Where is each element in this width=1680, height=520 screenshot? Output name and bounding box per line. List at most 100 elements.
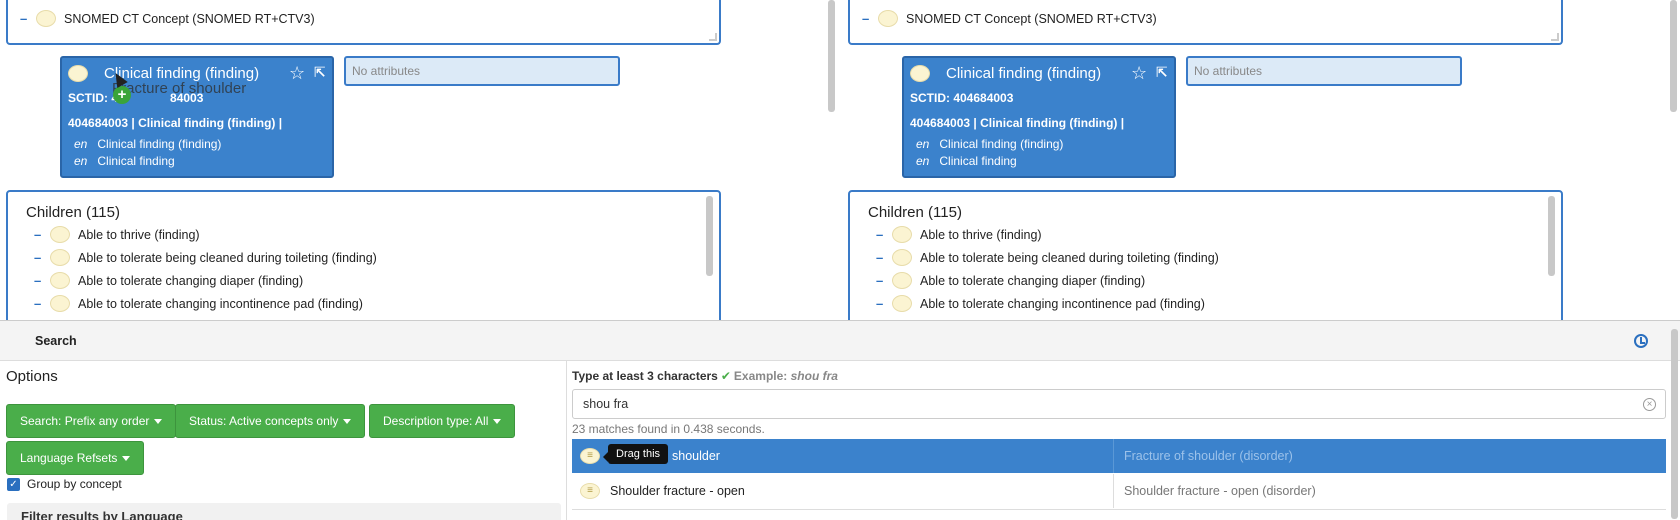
result-term[interactable]: shoulder (672, 449, 720, 463)
concept-bubble-icon (878, 10, 898, 27)
chevron-down-icon (493, 419, 502, 425)
concept-bubble-icon (50, 272, 70, 289)
concept-pane-left: – SNOMED CT Concept (SNOMED RT+CTV3) Cli… (0, 0, 822, 320)
root-concept-box[interactable]: – SNOMED CT Concept (SNOMED RT+CTV3) (6, 0, 721, 45)
star-icon[interactable]: ☆ (1131, 63, 1147, 84)
chevron-down-icon (154, 419, 163, 425)
description-row: en Clinical finding (finding) (916, 137, 1064, 151)
options-title: Options (6, 368, 58, 385)
open-external-icon[interactable]: ⇱ (1156, 64, 1168, 81)
result-term[interactable]: Shoulder fracture - open (610, 484, 745, 498)
search-panel: Search Options Search: Prefix any order … (0, 320, 1680, 520)
collapse-icon[interactable]: – (876, 227, 884, 242)
concept-card[interactable]: Clinical finding (finding) ☆ ⇱ SCTID: 48… (60, 56, 334, 178)
open-external-icon[interactable]: ⇱ (314, 64, 326, 81)
chevron-down-icon (122, 456, 131, 462)
collapse-icon[interactable]: – (34, 227, 42, 242)
children-scrollbar[interactable] (1548, 196, 1555, 276)
child-item[interactable]: – Able to tolerate changing diaper (findi… (876, 272, 1145, 289)
description-type-button[interactable]: Description type: All (369, 404, 516, 438)
description-row: en Clinical finding (916, 154, 1017, 168)
right-pane-scrollbar[interactable] (1670, 0, 1677, 112)
search-input[interactable] (572, 389, 1666, 419)
group-by-concept[interactable]: ✓ Group by concept (7, 477, 122, 491)
collapse-icon[interactable]: – (34, 273, 42, 288)
concept-bubble-icon (50, 226, 70, 243)
child-item[interactable]: – Able to tolerate changing incontinence … (876, 295, 1205, 312)
child-item[interactable]: – Able to tolerate being cleaned during t… (876, 249, 1219, 266)
collapse-icon[interactable]: – (876, 273, 884, 288)
concept-bubble-icon (50, 295, 70, 312)
attributes-box: No attributes (1186, 56, 1462, 86)
concept-bubble-icon (892, 272, 912, 289)
row-divider (572, 509, 1666, 510)
check-icon: ✔ (720, 369, 731, 383)
concept-pane-right: – SNOMED CT Concept (SNOMED RT+CTV3) Cli… (842, 0, 1666, 320)
concept-bubble-icon (892, 295, 912, 312)
children-scrollbar[interactable] (706, 196, 713, 276)
collapse-icon[interactable]: – (876, 296, 884, 311)
search-scrollbar[interactable] (1671, 329, 1678, 519)
collapse-icon[interactable]: – (34, 296, 42, 311)
search-header[interactable]: Search (0, 321, 1680, 361)
root-concept-row[interactable]: – SNOMED CT Concept (SNOMED RT+CTV3) (20, 10, 315, 27)
child-item[interactable]: – Able to thrive (finding) (34, 226, 200, 243)
concept-bubble-icon (892, 226, 912, 243)
concept-card-title: Clinical finding (finding) (946, 65, 1102, 82)
root-concept-row[interactable]: – SNOMED CT Concept (SNOMED RT+CTV3) (862, 10, 1157, 27)
result-row[interactable]: ≡ Drag this shoulder Fracture of shoulde… (572, 439, 1666, 473)
children-title: Children (115) (868, 204, 962, 221)
left-pane-scrollbar[interactable] (828, 0, 835, 112)
status-button[interactable]: Status: Active concepts only (175, 404, 366, 438)
concept-card[interactable]: Clinical finding (finding) ☆ ⇱ SCTID: 40… (902, 56, 1176, 178)
language-refsets-button[interactable]: Language Refsets (6, 441, 145, 475)
search-mode-button[interactable]: Search: Prefix any order (6, 404, 177, 438)
collapse-icon[interactable]: – (34, 250, 42, 265)
sctid-label: SCTID: 404684003 (910, 91, 1014, 105)
child-item[interactable]: – Able to tolerate being cleaned during t… (34, 249, 377, 266)
filter-language-heading: Filter results by Language (21, 509, 183, 520)
root-concept-box[interactable]: – SNOMED CT Concept (SNOMED RT+CTV3) (848, 0, 1563, 45)
children-box: Children (115) – Able to thrive (finding)… (6, 190, 721, 320)
clear-search-icon[interactable]: × (1643, 398, 1656, 411)
filter-language-box: Filter results by Language (7, 503, 561, 520)
group-by-concept-label: Group by concept (27, 477, 122, 491)
group-by-concept-checkbox[interactable]: ✓ (7, 477, 20, 491)
description-row: en Clinical finding (finding) (74, 137, 222, 151)
child-item[interactable]: – Able to tolerate changing incontinence … (34, 295, 363, 312)
drag-ghost-text: Fracture of shoulder (112, 80, 247, 97)
root-concept-label[interactable]: SNOMED CT Concept (SNOMED RT+CTV3) (906, 12, 1157, 26)
search-header-label[interactable]: Search (35, 334, 77, 348)
result-row[interactable]: ≡ Shoulder fracture - open Shoulder frac… (572, 474, 1666, 508)
result-fsn[interactable]: Shoulder fracture - open (disorder) (1124, 484, 1316, 498)
drag-handle-icon[interactable]: ≡ (580, 448, 600, 464)
search-results: Type at least 3 characters ✔ Example: shou… (566, 361, 1666, 520)
root-concept-label[interactable]: SNOMED CT Concept (SNOMED RT+CTV3) (64, 12, 315, 26)
drag-handle-icon[interactable]: ≡ (580, 483, 600, 499)
description-row: en Clinical finding (74, 154, 175, 168)
chevron-down-icon (343, 419, 352, 425)
resize-handle-icon[interactable] (709, 33, 717, 41)
concept-bubble-icon (50, 249, 70, 266)
concept-bubble-icon (36, 10, 56, 27)
child-item[interactable]: – Able to tolerate changing diaper (findi… (34, 272, 303, 289)
fsn-line: 404684003 | Clinical finding (finding) | (68, 116, 283, 130)
concept-bubble-icon (892, 249, 912, 266)
attributes-box: No attributes (344, 56, 620, 86)
children-box: Children (115) – Able to thrive (finding)… (848, 190, 1563, 320)
collapse-icon[interactable]: – (876, 250, 884, 265)
star-icon[interactable]: ☆ (289, 63, 305, 84)
collapse-icon[interactable]: – (862, 11, 870, 26)
matches-count: 23 matches found in 0.438 seconds. (572, 422, 765, 436)
search-hint: Type at least 3 characters ✔ Example: shou… (572, 369, 838, 383)
collapse-icon[interactable]: – (20, 11, 28, 26)
concept-bubble-icon (68, 65, 88, 82)
children-title: Children (115) (26, 204, 120, 221)
child-item[interactable]: – Able to thrive (finding) (876, 226, 1042, 243)
concept-bubble-icon (910, 65, 930, 82)
result-fsn[interactable]: Fracture of shoulder (disorder) (1124, 449, 1293, 463)
history-icon[interactable] (1634, 334, 1648, 348)
resize-handle-icon[interactable] (1551, 33, 1559, 41)
drop-plus-icon: + (113, 86, 131, 104)
fsn-line: 404684003 | Clinical finding (finding) | (910, 116, 1125, 130)
